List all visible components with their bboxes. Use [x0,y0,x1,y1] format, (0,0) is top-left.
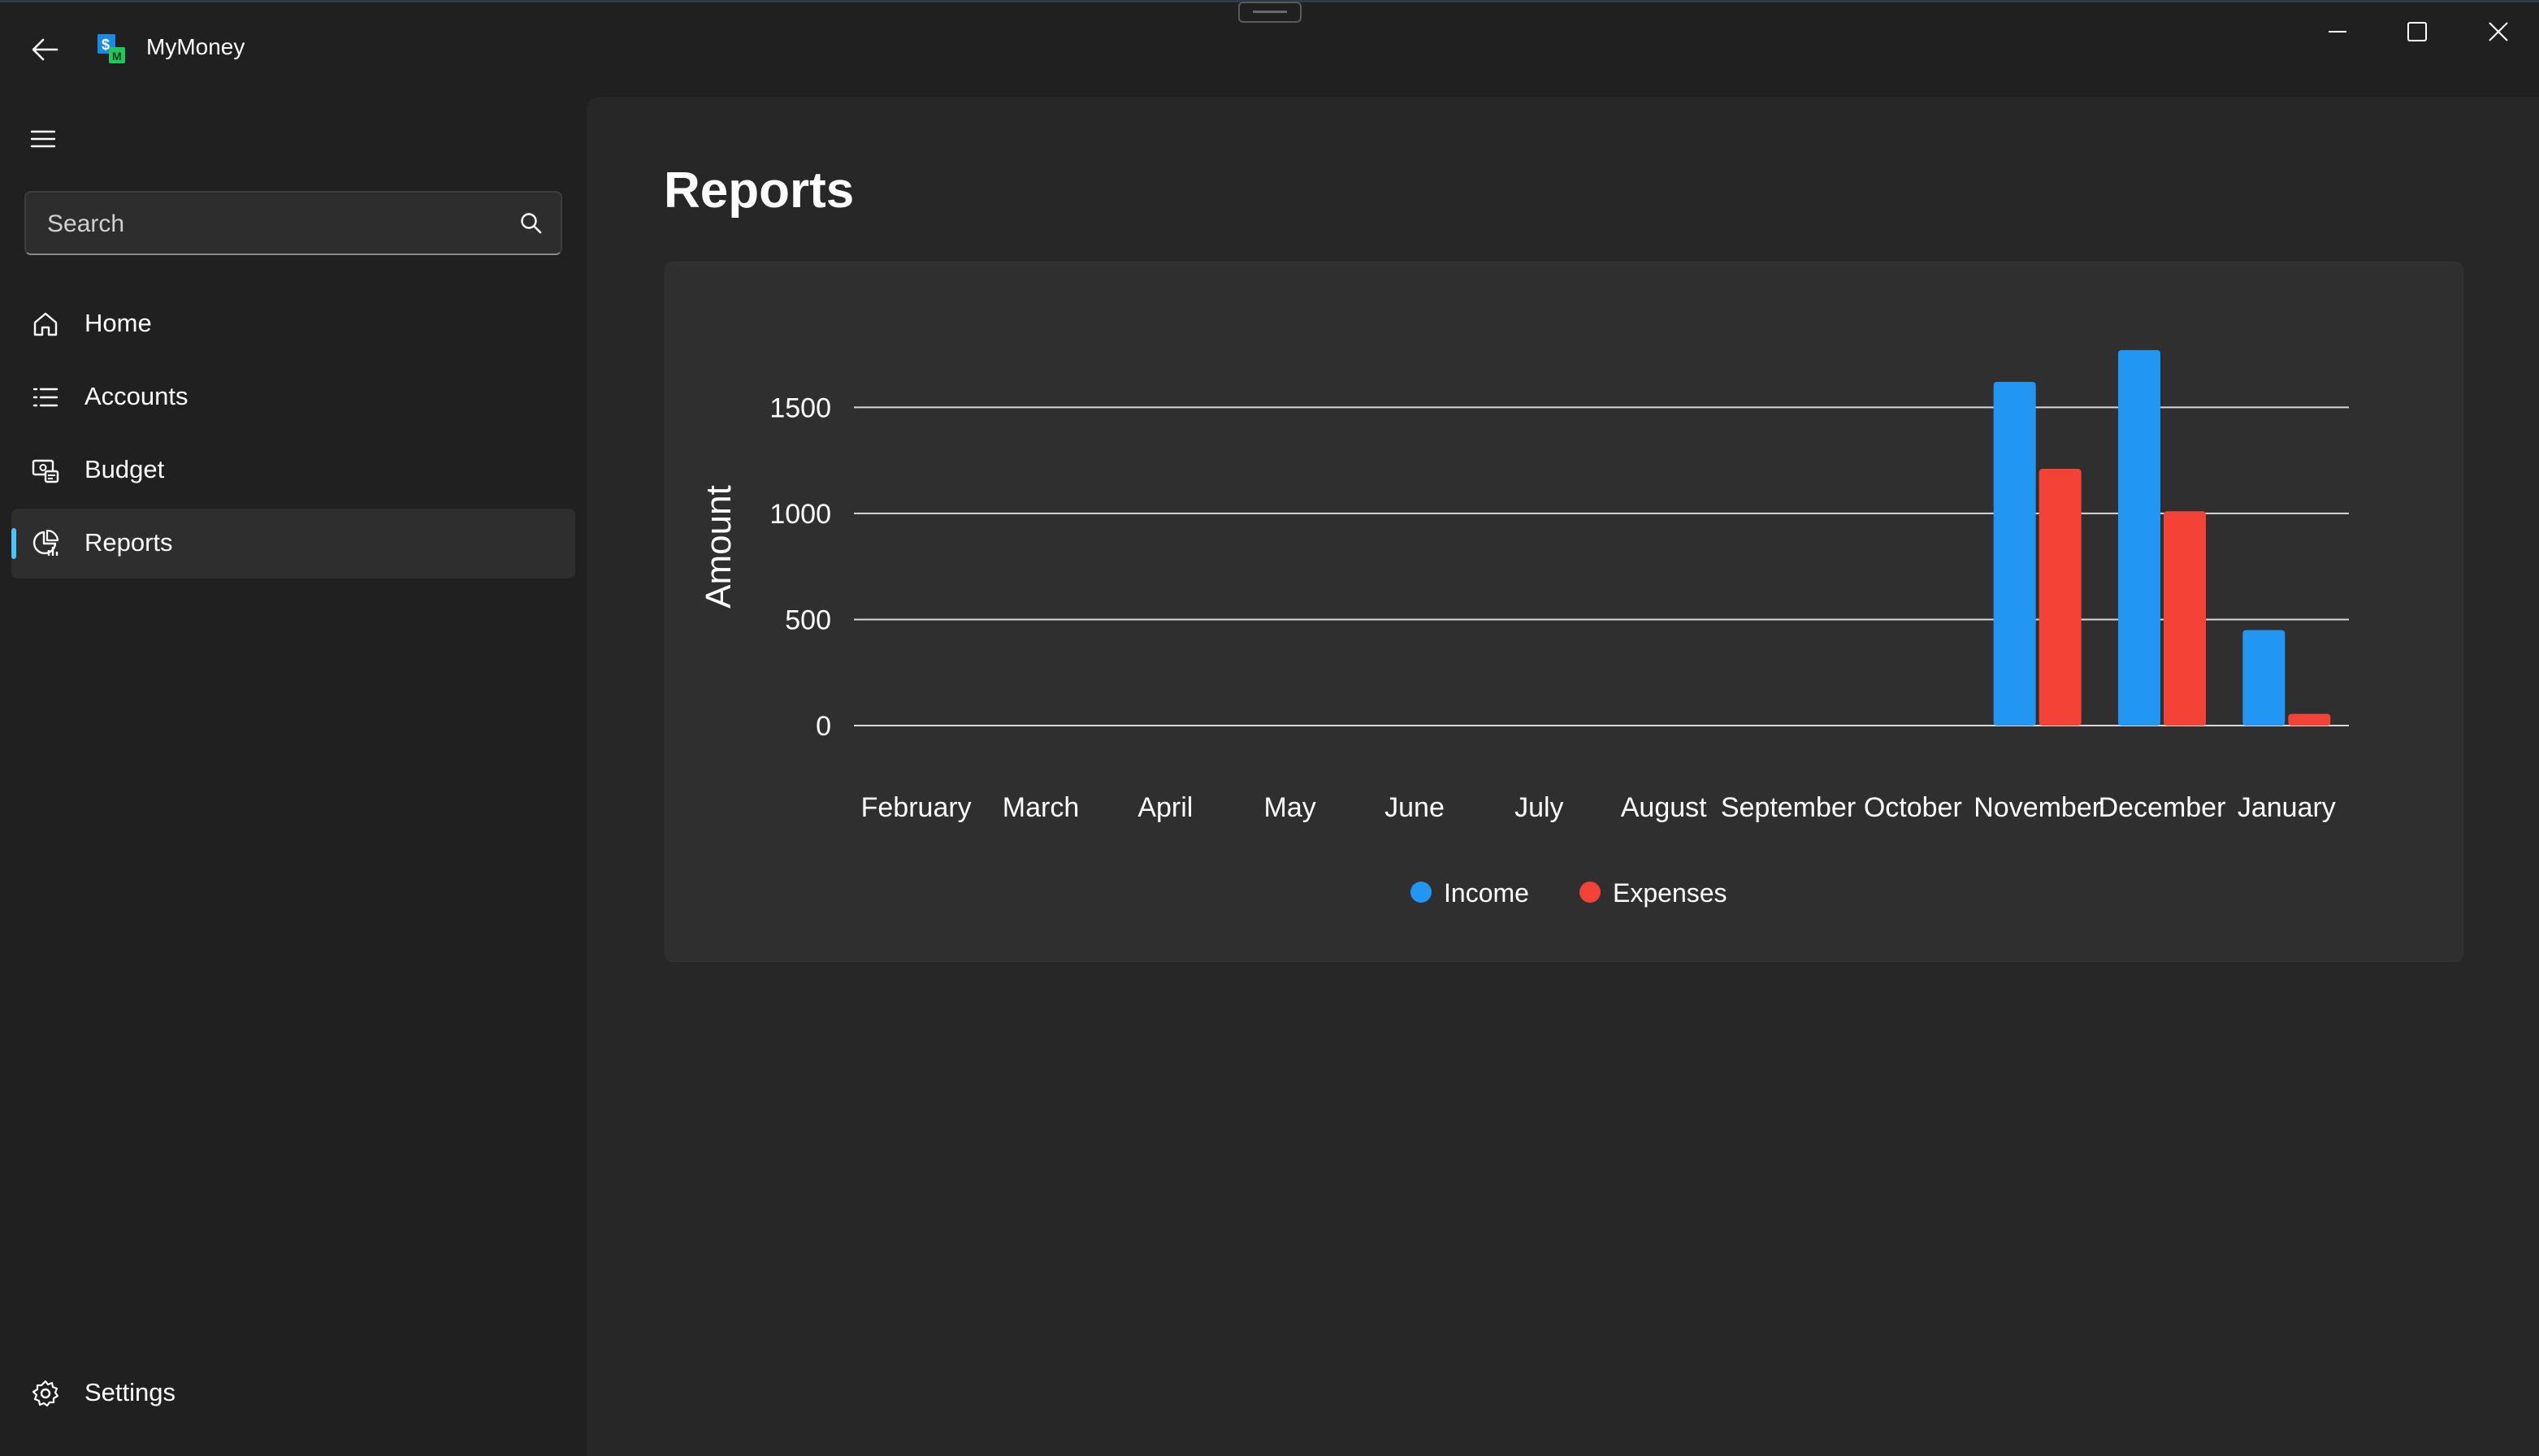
nav-item-settings[interactable]: Settings [11,1358,575,1428]
y-tick-label: 500 [785,604,831,635]
x-tick-label: December [2099,792,2226,823]
title-bar: $ M MyMoney [0,0,2539,96]
legend-label: Income [1444,878,1529,908]
nav-label-reports: Reports [84,528,173,557]
content-area: Reports Amount 0 500 1000 1500 February Marc… [587,96,2539,1456]
y-tick-label: 1000 [769,499,831,530]
nav-label-accounts: Accounts [84,382,188,410]
svg-text:$: $ [102,37,110,53]
legend-label: Expenses [1613,878,1727,908]
minimize-icon [2329,31,2346,32]
nav-item-budget[interactable]: Budget [11,436,575,505]
close-button[interactable] [2470,11,2527,52]
x-tick-label: October [1864,792,1962,823]
nav-item-home[interactable]: Home [11,289,575,359]
legend-item-expenses[interactable]: Expenses [1579,878,1727,908]
list-icon [32,388,58,407]
bar-income-november[interactable] [1993,382,2036,726]
nav-label-settings: Settings [84,1378,176,1406]
bar-expenses-december[interactable] [2164,511,2206,726]
app-logo: $ M [96,32,127,65]
maximize-button[interactable] [2389,11,2446,52]
selection-indicator [11,528,16,559]
income-expenses-chart: Amount 0 500 1000 1500 February March April Ma… [699,349,2349,908]
bar-income-december[interactable] [2118,349,2160,726]
back-button[interactable] [24,29,65,70]
x-tick-label: January [2238,792,2336,823]
legend[interactable]: Income Expenses [1410,878,1727,908]
drag-handle[interactable] [1238,2,1302,23]
search-icon[interactable] [518,210,544,236]
maximize-icon [2407,22,2427,41]
legend-item-income[interactable]: Income [1410,878,1529,908]
x-tick-label: March [1003,792,1079,823]
chart-card: Amount 0 500 1000 1500 February March April Ma… [665,262,2463,962]
menu-toggle-button[interactable] [24,119,65,159]
bar-expenses-january[interactable] [2288,713,2331,726]
home-icon [33,312,58,336]
legend-swatch [1410,882,1432,903]
page-title: Reports [664,162,855,219]
x-tick-label: April [1137,792,1193,823]
close-icon [2489,22,2508,41]
bars [1993,349,2331,726]
navigation-pane: Home Accounts Budget Reports Settings [0,96,587,1455]
y-tick-labels: 0 500 1000 1500 [769,392,831,742]
search-box[interactable] [24,191,562,255]
back-arrow-icon [32,38,58,61]
nav-item-accounts[interactable]: Accounts [11,362,575,432]
svg-text:M: M [112,50,122,63]
x-tick-label: November [1974,792,2101,823]
bar-expenses-november[interactable] [2039,469,2082,726]
search-input[interactable] [45,193,504,255]
nav-item-reports[interactable]: Reports [11,509,575,578]
bar-income-january[interactable] [2242,630,2286,726]
nav-label-home: Home [84,309,152,337]
x-tick-label: September [1721,792,1856,823]
app-title: MyMoney [146,34,245,59]
x-tick-label: May [1264,792,1316,823]
y-tick-label: 1500 [769,392,831,423]
gear-icon [32,1380,59,1407]
hamburger-icon [30,130,56,148]
x-tick-label: July [1514,792,1563,823]
x-tick-label: February [861,792,972,823]
y-tick-label: 0 [816,711,831,742]
budget-icon [32,459,59,483]
y-axis-title: Amount [699,485,739,609]
x-tick-label: August [1621,792,1707,823]
x-tick-label: June [1384,792,1445,823]
nav-label-budget: Budget [84,455,165,483]
x-tick-labels: February March April May June July August Septe… [861,792,2336,823]
minimize-button[interactable] [2309,11,2366,52]
legend-swatch [1579,882,1601,903]
report-icon [32,529,59,556]
